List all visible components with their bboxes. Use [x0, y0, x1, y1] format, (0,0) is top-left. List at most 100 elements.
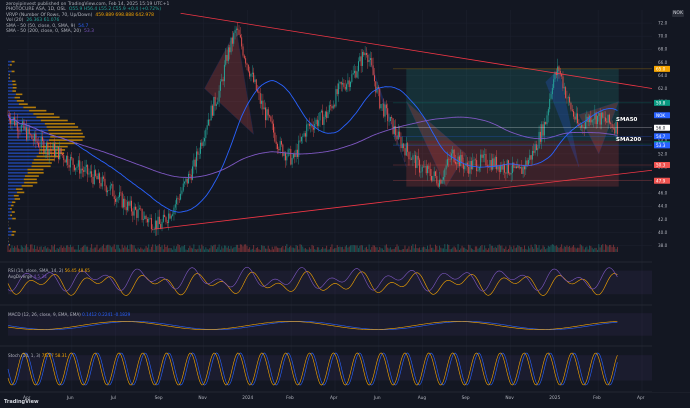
vrvp-bar-down	[33, 113, 55, 115]
candle-body	[65, 155, 67, 163]
candle-body	[404, 148, 406, 156]
time-axis[interactable]: Apr Jun Jul Sep Nov 2024 Feb Apr Jun Aug Sep Nov 202…	[23, 395, 645, 401]
candle-body	[104, 178, 106, 187]
candle-body	[265, 107, 267, 121]
volume-bar	[30, 244, 32, 252]
avgdiverge-legend[interactable]: AvgDiverge 4.5.34	[8, 274, 47, 279]
volume-bar	[462, 247, 464, 252]
time-tick: 2024	[242, 395, 253, 401]
price-tick: 62.0	[658, 86, 668, 91]
candle-body	[585, 121, 586, 129]
volume-bar	[18, 248, 20, 252]
volume-bar	[474, 246, 476, 252]
candle-body	[198, 153, 200, 155]
candle-body	[113, 196, 115, 199]
candle-body	[136, 209, 138, 218]
candle-body	[225, 54, 227, 65]
volume-bar	[16, 245, 18, 252]
volume-bar	[307, 249, 309, 252]
price-tag-label: 59.8	[656, 100, 666, 105]
candle-body	[42, 136, 43, 141]
volume-bar	[59, 247, 61, 252]
candle-body	[589, 115, 590, 123]
vrvp-bar-up	[8, 103, 19, 105]
volume-bar	[124, 245, 126, 252]
candle-body	[477, 170, 479, 172]
candle-body	[286, 156, 288, 161]
volume-bar	[464, 247, 466, 252]
sma200-legend[interactable]: SMA - 50 (200, close, 0, SMA, 20)	[6, 29, 81, 34]
candle-body	[208, 119, 209, 126]
candle-body	[517, 165, 519, 168]
currency-badge[interactable]: NOK	[672, 10, 684, 17]
vrvp-bar-down	[11, 234, 15, 236]
volume-bar	[26, 244, 28, 252]
volume-bar	[285, 245, 286, 252]
candle-body	[344, 86, 346, 90]
volume-bar	[131, 244, 132, 252]
volume-bar	[603, 249, 605, 252]
candle-body	[229, 47, 231, 53]
stoch-legend[interactable]: Stoch (14, 1, 3) 75.37 58.31	[8, 353, 67, 358]
volume-bar	[412, 244, 414, 252]
volume-bar	[246, 245, 248, 252]
vrvp-bar-up	[8, 152, 39, 154]
price-axis[interactable]: 72.070.068.066.064.062.060.058.056.054.0…	[652, 0, 690, 392]
volume-bar	[202, 246, 204, 252]
candle-body	[392, 118, 394, 134]
candle-body	[562, 76, 564, 89]
volume-bar	[221, 246, 223, 252]
volume-bar	[44, 245, 46, 252]
time-tick: 2025	[549, 395, 560, 401]
candle-body	[52, 143, 54, 150]
volume-bar	[178, 245, 180, 252]
candle-body	[549, 98, 551, 110]
candle-body	[435, 171, 436, 177]
volume-bar	[387, 247, 389, 252]
volume-bar	[287, 248, 289, 252]
candle-body	[60, 148, 62, 154]
volume-bar	[482, 249, 484, 252]
price-tag-label: NOK	[656, 113, 665, 118]
price-axis-bg	[652, 0, 690, 392]
volume-bar	[153, 249, 155, 252]
volume-bar	[214, 244, 216, 252]
volume-bar	[303, 248, 305, 252]
candle-body	[235, 28, 237, 31]
volume-bar	[91, 244, 93, 252]
candle-body	[569, 97, 571, 103]
volume-bar	[589, 245, 590, 252]
volume-bar	[399, 249, 401, 252]
volume-bar	[383, 249, 385, 252]
candle-body	[396, 135, 398, 140]
tradingview-brand[interactable]: TradingView	[4, 399, 39, 405]
candle-body	[316, 119, 318, 126]
candle-body	[115, 198, 117, 202]
candle-body	[429, 168, 431, 177]
candle-body	[514, 166, 516, 168]
price-tick: 72.0	[658, 21, 668, 26]
time-tick: Apr	[637, 395, 645, 401]
volume-bar	[393, 248, 395, 252]
volume-bar	[249, 247, 251, 252]
volume-bar	[162, 249, 164, 252]
vrvp-values: 459.889 698.888 642.978	[95, 12, 155, 18]
volume-bar	[181, 246, 183, 252]
candle-body	[85, 164, 87, 168]
volume-bar	[92, 248, 94, 252]
candle-body	[282, 144, 284, 156]
volume-bar	[445, 249, 447, 252]
volume-bar	[108, 244, 110, 252]
candle-body	[214, 97, 216, 106]
volume-bar	[10, 248, 12, 252]
macd-legend[interactable]: MACD (12, 26, close, 9, EMA, EMA) 0.1412…	[8, 312, 130, 317]
volume-bar	[166, 245, 168, 252]
candle-body	[383, 103, 385, 117]
volume-bar	[56, 247, 58, 252]
candle-body	[123, 198, 124, 208]
volume-bar	[320, 248, 322, 252]
candle-body	[332, 105, 334, 109]
rsi-legend[interactable]: RSI (14, close, SMA, 14, 2) 56.45 48.65	[8, 268, 90, 273]
chart-canvas[interactable]: 80.0070.0060.00 5.00000.0000-5.0000 80.0…	[0, 0, 690, 408]
candle-body	[84, 167, 86, 172]
